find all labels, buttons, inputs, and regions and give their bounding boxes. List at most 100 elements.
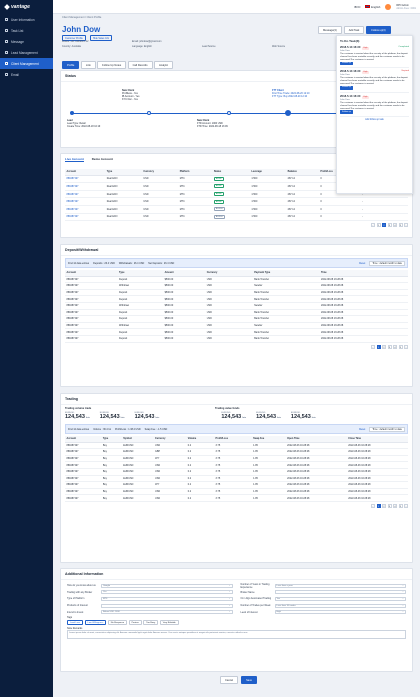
tab-analytic[interactable]: Analytic (154, 61, 174, 69)
language-selector[interactable]: English (365, 5, 380, 9)
tab-demo-account[interactable]: Demo Account (92, 157, 113, 162)
account-link[interactable]: 889487197 (67, 177, 79, 180)
sidebar-item-email[interactable]: Email (0, 69, 53, 80)
add-follow-up-task-link[interactable]: Add follow up task (340, 117, 409, 121)
page-button[interactable]: 2 (382, 223, 386, 228)
field-select[interactable]: High ⌄ (274, 610, 406, 615)
table-cell: 889487197 (65, 289, 118, 297)
field-select[interactable]: ⌄ (274, 590, 406, 595)
form-field: Number of Years in Trading Experience Les… (241, 583, 406, 589)
breadcrumb: Client Management / Client Profile (62, 16, 102, 19)
field-select[interactable]: Google ⌄ (101, 583, 233, 588)
table-cell: $500.00 (163, 335, 206, 343)
table-cell: USD (205, 282, 253, 290)
kpi-unit: lots (242, 417, 247, 419)
reset-button[interactable]: Reset (359, 262, 365, 265)
page-button[interactable]: 3 (387, 503, 392, 508)
message-button[interactable]: Message(3) (318, 26, 342, 34)
table-row: 889487197 Buy EURUSD USD 0.2 3.75 1.95 2022-08-… (65, 494, 408, 502)
tab-link[interactable]: Link (80, 61, 96, 69)
tag-chip[interactable]: Low Willingness (84, 620, 107, 626)
page-button[interactable]: 1 (376, 503, 381, 508)
page-button[interactable]: 1 (376, 223, 381, 228)
status-badge: Archive (213, 207, 225, 212)
page-button[interactable]: 2 (382, 503, 386, 508)
tab-follow-up-notes[interactable]: Follow Up Notes (97, 61, 127, 69)
account-link[interactable]: 889487197 (67, 193, 79, 196)
todo-follow-up-button[interactable]: Follow up (340, 110, 353, 115)
time-filter[interactable]: Time : default month to date (369, 260, 405, 266)
field-select[interactable]: Yes ⌄ (101, 590, 233, 595)
account-link[interactable]: 889487197 (67, 200, 79, 203)
chevron-down-icon: ⌄ (402, 584, 404, 587)
field-select[interactable]: Yes ⌄ (274, 596, 406, 601)
account-link[interactable]: 889487197 (67, 215, 79, 218)
table-cell: Bank Transfer (252, 315, 320, 323)
cancel-button[interactable]: Cancel (220, 676, 239, 684)
form-field: Number of Trades per Week Less than 10 tr… (241, 603, 406, 608)
table-cell: 0.2 (186, 481, 215, 489)
sidebar-item-user-information[interactable]: User Information (0, 14, 53, 25)
prev-page-button[interactable]: ‹ (371, 344, 375, 349)
tag-chip[interactable]: Very Reliable (159, 620, 179, 626)
table-cell: $500.00 (163, 289, 206, 297)
next-page-button[interactable]: › (404, 503, 408, 508)
kpi-value-row: 124,543lots (135, 414, 160, 420)
tag-chip[interactable]: No Response (107, 620, 128, 626)
remarks-textarea[interactable]: Lorem ipsum dolor sit amet, consectetur … (67, 630, 406, 640)
table-cell: USD (205, 295, 253, 303)
tag-chip[interactable]: Lead Loss (67, 620, 84, 626)
chevron-down-icon: ⌄ (402, 611, 404, 614)
reset-button[interactable]: Reset (359, 428, 365, 431)
avatar[interactable] (385, 3, 392, 10)
page-button[interactable]: 1 (376, 344, 381, 349)
todo-follow-up-button[interactable]: Follow up (340, 61, 353, 66)
next-page-button[interactable]: › (404, 344, 408, 349)
table-cell: 2022-08-08 16:28:28 (319, 295, 408, 303)
prev-page-button[interactable]: ‹ (371, 503, 375, 508)
account-link[interactable]: 889487197 (67, 208, 79, 211)
field-select[interactable]: MT4 ⌄ (101, 596, 233, 601)
field-select[interactable]: Less than a year ⌄ (274, 583, 406, 588)
trading-table-wrap: Account Type Symbol Currency Volume Prof… (61, 436, 412, 502)
table-cell: USD (205, 289, 253, 297)
page-button[interactable]: 2 (382, 344, 386, 349)
logo-icon (4, 4, 10, 10)
add-task-button[interactable]: Add Task (343, 26, 365, 34)
tag-chip[interactable]: Too Busy (143, 620, 159, 626)
page-button[interactable]: 5 (398, 503, 403, 508)
save-button[interactable]: Save (241, 676, 257, 684)
page-button[interactable]: 5 (398, 344, 403, 349)
field-select[interactable]: Less than 10 trades ⌄ (274, 603, 406, 608)
follow-up-button[interactable]: Follow up(3) (366, 26, 391, 34)
page-button[interactable]: 3 (387, 344, 392, 349)
time-filter[interactable]: Time : default month to date (369, 426, 405, 432)
prev-page-button[interactable]: ‹ (371, 223, 375, 228)
todo-follow-up-button[interactable]: Follow up (340, 85, 353, 90)
page-button[interactable]: 4 (393, 223, 397, 228)
table-row: 889487197 Buy EURUSD JPY 0.2 3.75 1.95 2022-08-… (65, 455, 408, 463)
sidebar-item-client-management[interactable]: Client Management (0, 58, 53, 69)
next-page-button[interactable]: › (404, 223, 408, 228)
field-select[interactable]: Below USD 1000 ⌄ (101, 610, 233, 615)
field-select[interactable]: ⌄ (101, 603, 233, 608)
table-cell: JPY (153, 455, 187, 463)
todo-item: 2018.5.13 16:30 High John Dow The customer … (340, 93, 409, 118)
table-cell: USD (205, 302, 253, 310)
tab-call-records[interactable]: Call Records (127, 61, 153, 69)
trading-filter-bar: Find 12 data entries Volume : 36.4 lot P… (65, 424, 408, 434)
ib-selector[interactable]: IB ID (354, 5, 360, 9)
sidebar-item-task-list[interactable]: Task List (0, 25, 53, 36)
page-button[interactable]: 4 (393, 503, 397, 508)
sidebar-item-lead-management[interactable]: Lead Management (0, 47, 53, 58)
page-button[interactable]: 4 (393, 344, 397, 349)
tag-chip[interactable]: Partner (128, 620, 142, 626)
account-link[interactable]: 889487197 (67, 185, 79, 188)
tab-live-account[interactable]: Live Account (65, 157, 84, 162)
page-button[interactable]: 3 (387, 223, 392, 228)
sidebar-item-message[interactable]: Message (0, 36, 53, 47)
table-cell: Buy (101, 494, 122, 502)
deposits-total: Deposits : 26.4 USD (93, 261, 115, 265)
tab-profile[interactable]: Profile (62, 61, 80, 69)
page-button[interactable]: 5 (398, 223, 403, 228)
